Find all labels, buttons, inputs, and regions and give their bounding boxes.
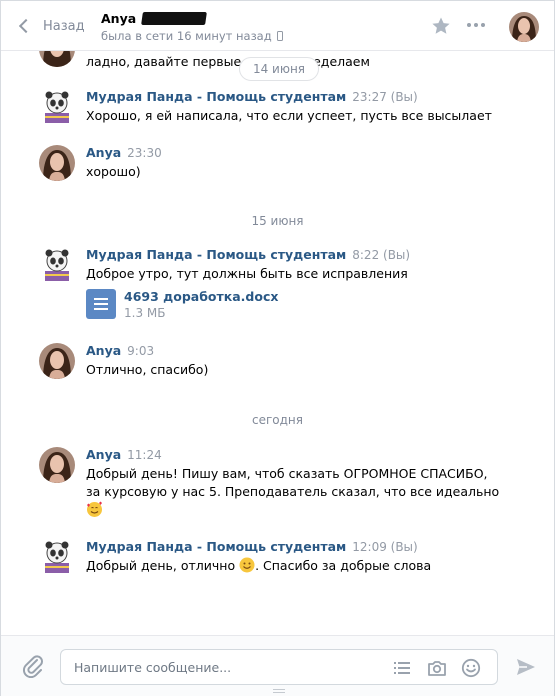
smile-icon[interactable]: [461, 658, 481, 678]
message-text: Добрый день, отлично . Спасибо за добрые…: [86, 557, 431, 575]
message-time[interactable]: 23:27 (Вы): [352, 90, 417, 104]
smiling-face-icon: [239, 557, 255, 573]
message-input-placeholder: Напишите сообщение...: [74, 660, 232, 675]
message-author[interactable]: Мудрая Панда - Помощь студентам: [86, 247, 346, 262]
redacted-surname: [141, 12, 208, 25]
paperclip-icon[interactable]: [22, 654, 44, 678]
file-attachment[interactable]: 4693 доработка.docx 1.3 МБ: [86, 289, 410, 321]
message-text-after: . Спасибо за добрые слова: [255, 558, 432, 573]
peer-status: была в сети 16 минут назад: [101, 29, 272, 43]
document-icon[interactable]: [86, 289, 116, 319]
avatar[interactable]: [39, 447, 75, 483]
send-icon[interactable]: [515, 656, 537, 678]
date-pill: 14 июня: [239, 57, 319, 81]
message-text-line: Добрый день! Пишу вам, чтоб сказать ОГРО…: [86, 466, 488, 481]
more-dots-icon[interactable]: [467, 23, 485, 27]
message-author[interactable]: Мудрая Панда - Помощь студентам: [86, 539, 346, 554]
resize-grip[interactable]: [273, 689, 285, 695]
mobile-phone-icon: [276, 31, 283, 41]
panda-avatar[interactable]: [39, 89, 75, 125]
panda-avatar[interactable]: [39, 539, 75, 575]
message-text-line: за курсовую у нас 5. Преподаватель сказа…: [86, 484, 500, 499]
list-icon[interactable]: [392, 658, 412, 678]
avatar[interactable]: [39, 343, 75, 379]
message-text: Отлично, спасибо): [86, 362, 209, 377]
message-text: Хорошо, я ей написала, что если успеет, …: [86, 108, 492, 123]
message-author[interactable]: Мудрая Панда - Помощь студентам: [86, 89, 346, 104]
message-author[interactable]: Anya: [86, 343, 121, 358]
star-icon[interactable]: [429, 14, 453, 38]
message-text: хорошо): [86, 164, 141, 179]
message-input[interactable]: Напишите сообщение...: [60, 649, 498, 685]
message-time[interactable]: 23:30: [127, 146, 162, 160]
message-text: Доброе утро, тут должны быть все исправл…: [86, 266, 408, 281]
file-size: 1.3 МБ: [124, 306, 166, 320]
back-button[interactable]: Назад: [15, 15, 85, 37]
avatar[interactable]: [39, 145, 75, 181]
chat-window: Назад Anya была в сети 16 минут назад ла…: [0, 0, 555, 696]
peer-info[interactable]: Anya была в сети 16 минут назад: [101, 10, 283, 43]
message-time[interactable]: 8:22 (Вы): [352, 248, 410, 262]
chat-header: Назад Anya была в сети 16 минут назад: [1, 1, 554, 51]
smiling-face-with-hearts-icon: [87, 501, 102, 517]
message-text: ладно, давайте первые д... ия переделаем: [86, 54, 370, 69]
message-author[interactable]: Anya: [86, 145, 121, 160]
message-time[interactable]: 11:24: [127, 448, 162, 462]
chevron-left-icon: [18, 18, 34, 34]
message-time[interactable]: 9:03: [127, 344, 154, 358]
date-separator: сегодня: [252, 413, 303, 427]
peer-name: Anya: [101, 11, 137, 26]
panda-avatar[interactable]: [39, 247, 75, 283]
message-composer: Напишите сообщение...: [1, 635, 554, 696]
emoji-line: [86, 501, 499, 520]
peer-avatar[interactable]: [509, 12, 539, 42]
date-separator: 15 июня: [251, 214, 304, 228]
camera-icon[interactable]: [427, 658, 447, 678]
back-label: Назад: [43, 18, 85, 34]
message-text-before: Добрый день, отлично: [86, 558, 240, 573]
message-author[interactable]: Anya: [86, 447, 121, 462]
message-time[interactable]: 12:09 (Вы): [352, 540, 417, 554]
file-name[interactable]: 4693 доработка.docx: [124, 289, 278, 305]
